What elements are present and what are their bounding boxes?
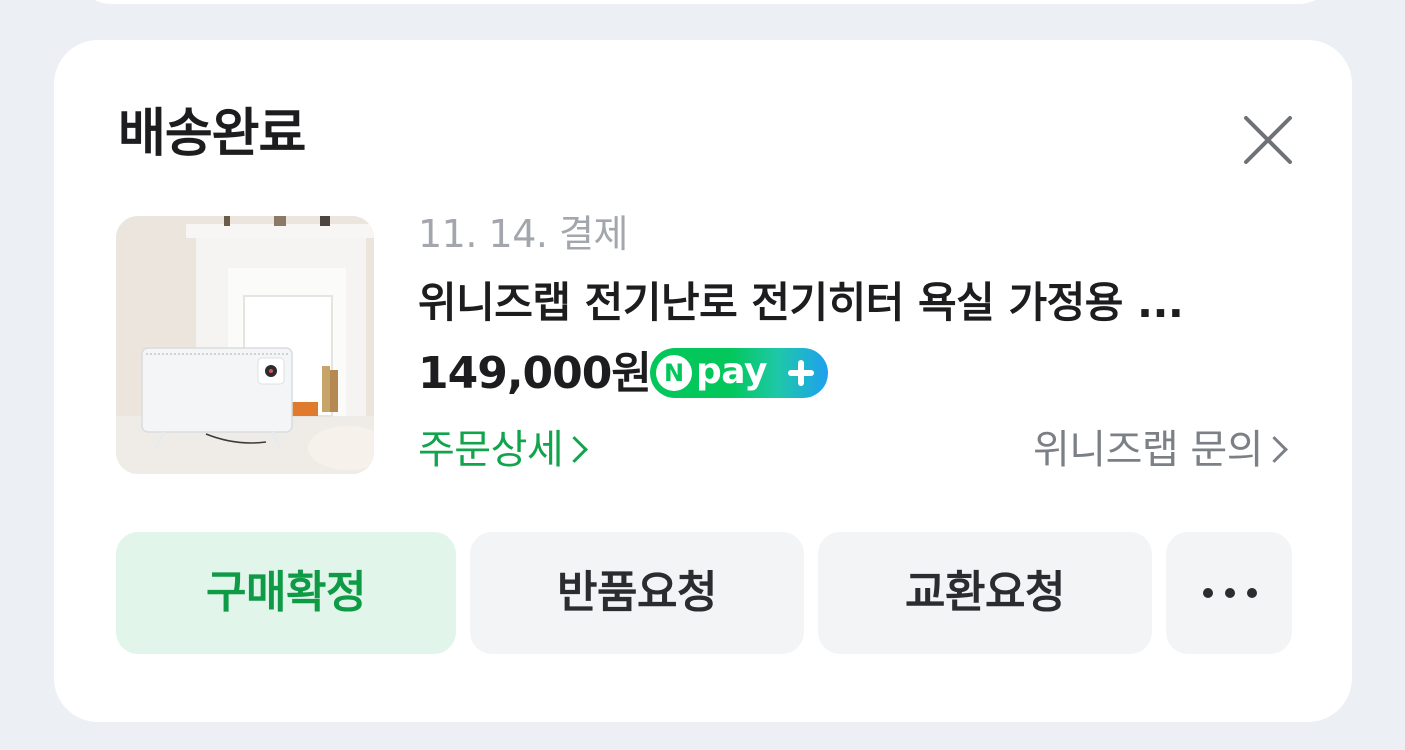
npay-word: pay [696, 351, 767, 392]
npay-plus-badge: N pay [650, 348, 828, 398]
price: 149,000원 [418, 348, 652, 399]
heater-product-image [116, 216, 374, 474]
close-icon [1244, 116, 1292, 164]
confirm-purchase-button[interactable]: 구매확정 [116, 532, 456, 654]
product-name[interactable]: 위니즈랩 전기난로 전기히터 욕실 가정용 ... [418, 276, 1298, 330]
more-dots-icon [1203, 588, 1257, 598]
order-detail-label: 주문상세 [418, 427, 564, 473]
previous-order-card [72, 0, 1338, 4]
more-options-button[interactable] [1166, 532, 1292, 654]
close-button[interactable] [1240, 112, 1296, 168]
order-card: 배송완료 11. 14. 결제 위니즈랩 전기난로 전기히터 욕실 가정용 ..… [54, 40, 1352, 722]
order-detail-link[interactable]: 주문상세 [418, 424, 590, 476]
payment-date: 11. 14. 결제 [418, 212, 628, 256]
npay-n-icon: N [656, 355, 692, 391]
chevron-right-icon [561, 436, 589, 463]
plus-icon [788, 360, 814, 386]
exchange-request-button[interactable]: 교환요청 [818, 532, 1152, 654]
seller-inquiry-label: 위니즈랩 문의 [1032, 427, 1264, 473]
delivery-status-title: 배송완료 [118, 104, 306, 164]
seller-inquiry-link[interactable]: 위니즈랩 문의 [1033, 424, 1290, 476]
return-request-button[interactable]: 반품요청 [470, 532, 804, 654]
chevron-right-icon [1261, 436, 1288, 463]
product-thumbnail[interactable] [116, 216, 374, 474]
